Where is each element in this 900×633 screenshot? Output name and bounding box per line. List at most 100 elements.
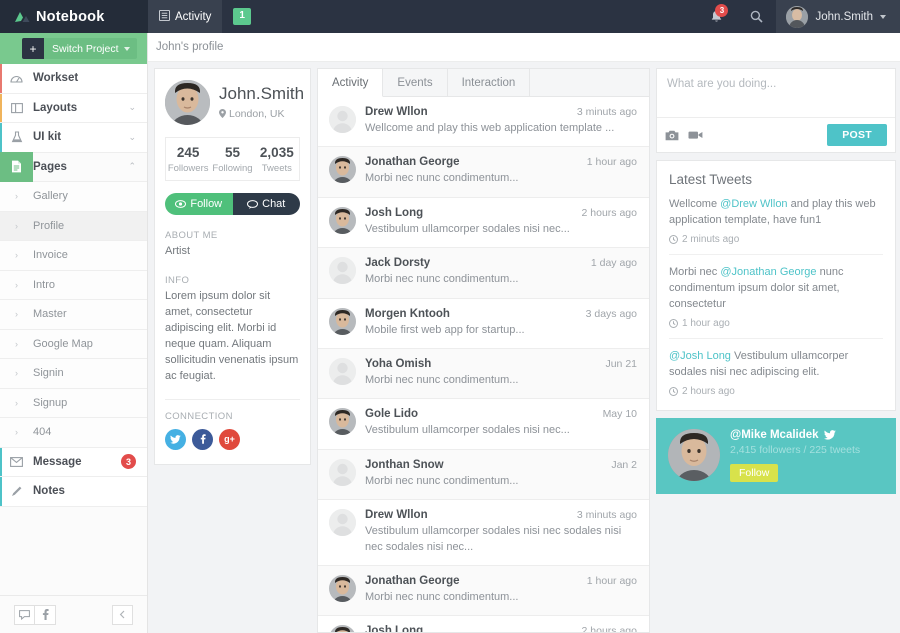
feed-item[interactable]: Gole Lido May 10 Vestibulum ullamcorper so… (318, 399, 649, 450)
feed-item-time: 3 days ago (585, 307, 637, 320)
feed-item[interactable]: Jonathan George 1 hour ago Morbi nec nunc … (318, 147, 649, 198)
feed-item-name: Josh Long (365, 625, 424, 632)
user-menu[interactable]: John.Smith (776, 0, 900, 33)
post-button[interactable]: POST (827, 124, 887, 146)
chat-button[interactable]: Chat (232, 193, 300, 215)
sidebar-item-invoice[interactable]: › Invoice (0, 241, 147, 271)
sidebar-item-workset[interactable]: Workset (0, 64, 147, 94)
sidebar-item-layouts[interactable]: Layouts ⌄ (0, 93, 147, 123)
feed-item[interactable]: Jack Dorsty 1 day ago Morbi nec nunc condi… (318, 248, 649, 299)
avatar (329, 206, 356, 234)
sidebar-item-google-map[interactable]: › Google Map (0, 329, 147, 359)
suggested-follow-card: @Mike Mcalidek 2,415 followers / 225 twe… (656, 417, 896, 494)
feed-scroll-area[interactable]: Drew Wllon 3 minuts ago Wellcome and play … (318, 97, 649, 632)
sidebar-item-master[interactable]: › Master (0, 300, 147, 330)
chevron-down-icon: ⌄ (128, 131, 136, 142)
sidebar-item-pages[interactable]: Pages ⌃ (0, 152, 147, 182)
sidebar-item-label: 404 (33, 426, 52, 439)
feed-item-name: Jonthan Snow (365, 458, 444, 471)
follow-button[interactable]: Follow (165, 193, 233, 215)
chevron-right-icon: › (15, 191, 18, 202)
tab-interaction[interactable]: Interaction (448, 69, 531, 96)
sidebar-item-intro[interactable]: › Intro (0, 270, 147, 300)
follow-card-stats: 2,415 followers / 225 tweets (730, 443, 861, 456)
composer-input[interactable] (657, 69, 895, 117)
follow-card-button[interactable]: Follow (730, 463, 779, 482)
sidebar-footer (0, 595, 147, 633)
brand[interactable]: Notebook (0, 0, 148, 33)
sidebar-nav: Workset Layouts ⌄ UI kit ⌄ Pages ⌃ › Gal… (0, 64, 147, 595)
tweet-time-row: 2 hours ago (669, 386, 883, 397)
sidebar-item-ui-kit[interactable]: UI kit ⌄ (0, 123, 147, 153)
chat-icon[interactable] (14, 604, 35, 625)
twitter-verified-icon (823, 429, 836, 440)
topbar-green-badge-wrap[interactable]: 1 (222, 0, 262, 33)
facebook-icon[interactable] (192, 428, 213, 450)
tweet-pre: Wellcome (669, 198, 721, 210)
divider (165, 398, 300, 400)
topbar-nav-activity[interactable]: Activity (148, 0, 223, 33)
columns: John.Smith London, UK 245 Followers 55 F… (148, 62, 900, 633)
feed-item[interactable]: Morgen Kntooh 3 days ago Mobile first web … (318, 298, 649, 349)
google-plus-icon[interactable]: g+ (219, 428, 240, 450)
breadcrumb: John's profile (148, 33, 900, 62)
tab-events[interactable]: Events (383, 69, 448, 96)
sidebar-item-notes[interactable]: Notes (0, 477, 147, 507)
video-icon[interactable] (688, 130, 703, 140)
feed-item[interactable]: Jonathan George 1 hour ago Morbi nec nunc … (318, 565, 649, 617)
sidebar-item-signup[interactable]: › Signup (0, 388, 147, 418)
tweet-text: Morbi nec @Jonathan George nunc condimen… (669, 265, 883, 313)
feed-item[interactable]: Josh Long2 hours agoVestibulum ullamcorp… (318, 197, 649, 249)
feed-item[interactable]: Drew Wllon 3 minuts ago Vestibulum ullamco… (318, 500, 649, 566)
feed-item[interactable]: Drew Wllon 3 minuts ago Wellcome and play … (318, 97, 649, 148)
switch-project-button[interactable]: + Switch Project (22, 38, 137, 59)
search-button[interactable] (736, 0, 776, 33)
latest-tweets-title: Latest Tweets (669, 172, 753, 187)
notifications-button[interactable]: 3 (696, 0, 736, 33)
facebook-icon[interactable] (35, 604, 56, 625)
avatar (329, 408, 356, 436)
tweet-item: Morbi nec @Jonathan George nunc condimen… (669, 253, 883, 338)
sidebar: + Switch Project Workset Layouts ⌄ UI ki… (0, 33, 148, 633)
chevron-down-icon (123, 46, 130, 51)
sidebar-item-label: UI kit (33, 131, 62, 144)
tweet-mention[interactable]: @Josh Long (669, 350, 731, 362)
avatar (329, 307, 356, 335)
feed-item-time: 2 hours ago (581, 206, 637, 219)
brand-name: Notebook (36, 8, 105, 25)
avatar (329, 106, 356, 133)
tweet-mention[interactable]: @Jonathan George (720, 266, 816, 278)
sidebar-item-profile[interactable]: › Profile (0, 211, 147, 241)
sidebar-item-signin[interactable]: › Signin (0, 359, 147, 389)
sidebar-item-label: Signup (33, 396, 68, 409)
sidebar-item-label: Workset (33, 72, 79, 85)
camera-icon[interactable] (665, 130, 679, 141)
feed-item-text: Morbi nec nunc condimentum... (365, 590, 519, 603)
feed-item-time: 3 minuts ago (576, 509, 637, 522)
feed-item[interactable]: Yoha Omish Jun 21 Morbi nec nunc condiment… (318, 348, 649, 400)
profile-location-text: London, UK (229, 107, 285, 120)
tweet-text: @Josh Long Vestibulum ullamcorper sodale… (669, 349, 883, 381)
profile-stats: 245 Followers 55 Following 2,035 Tweets (165, 137, 300, 181)
chevron-right-icon: › (15, 250, 18, 261)
topbar-nav-activity-label: Activity (175, 10, 212, 23)
avatar (329, 574, 356, 602)
map-pin-icon (219, 109, 226, 119)
sidebar-item-message[interactable]: Message 3 (0, 447, 147, 477)
twitter-icon[interactable] (165, 428, 186, 450)
sidebar-item-404[interactable]: › 404 (0, 418, 147, 448)
tweet-mention[interactable]: @Drew Wllon (720, 198, 787, 210)
sidebar-collapse-button[interactable] (112, 604, 133, 625)
content-area: John's profile John.Smith London, UK 245… (148, 33, 900, 633)
feed-item[interactable]: Jonthan Snow Jan 2 Morbi nec nunc condimen… (318, 449, 649, 501)
latest-tweets-card: Latest Tweets Wellcome @Drew Wllon and p… (656, 160, 896, 411)
sidebar-item-label: Signin (33, 367, 64, 380)
feed-item[interactable]: Josh Long2 hours agoVestibulum ullamcorp… (318, 616, 649, 632)
info-body: Lorem ipsum dolor sit amet, consectetur … (165, 289, 299, 382)
avatar (329, 156, 356, 184)
dashboard-icon (0, 73, 33, 84)
follow-card-handle: @Mike Mcalidek (730, 428, 819, 441)
sidebar-item-gallery[interactable]: › Gallery (0, 182, 147, 212)
tab-activity[interactable]: Activity (318, 69, 384, 97)
sidebar-item-label: Invoice (33, 249, 68, 262)
